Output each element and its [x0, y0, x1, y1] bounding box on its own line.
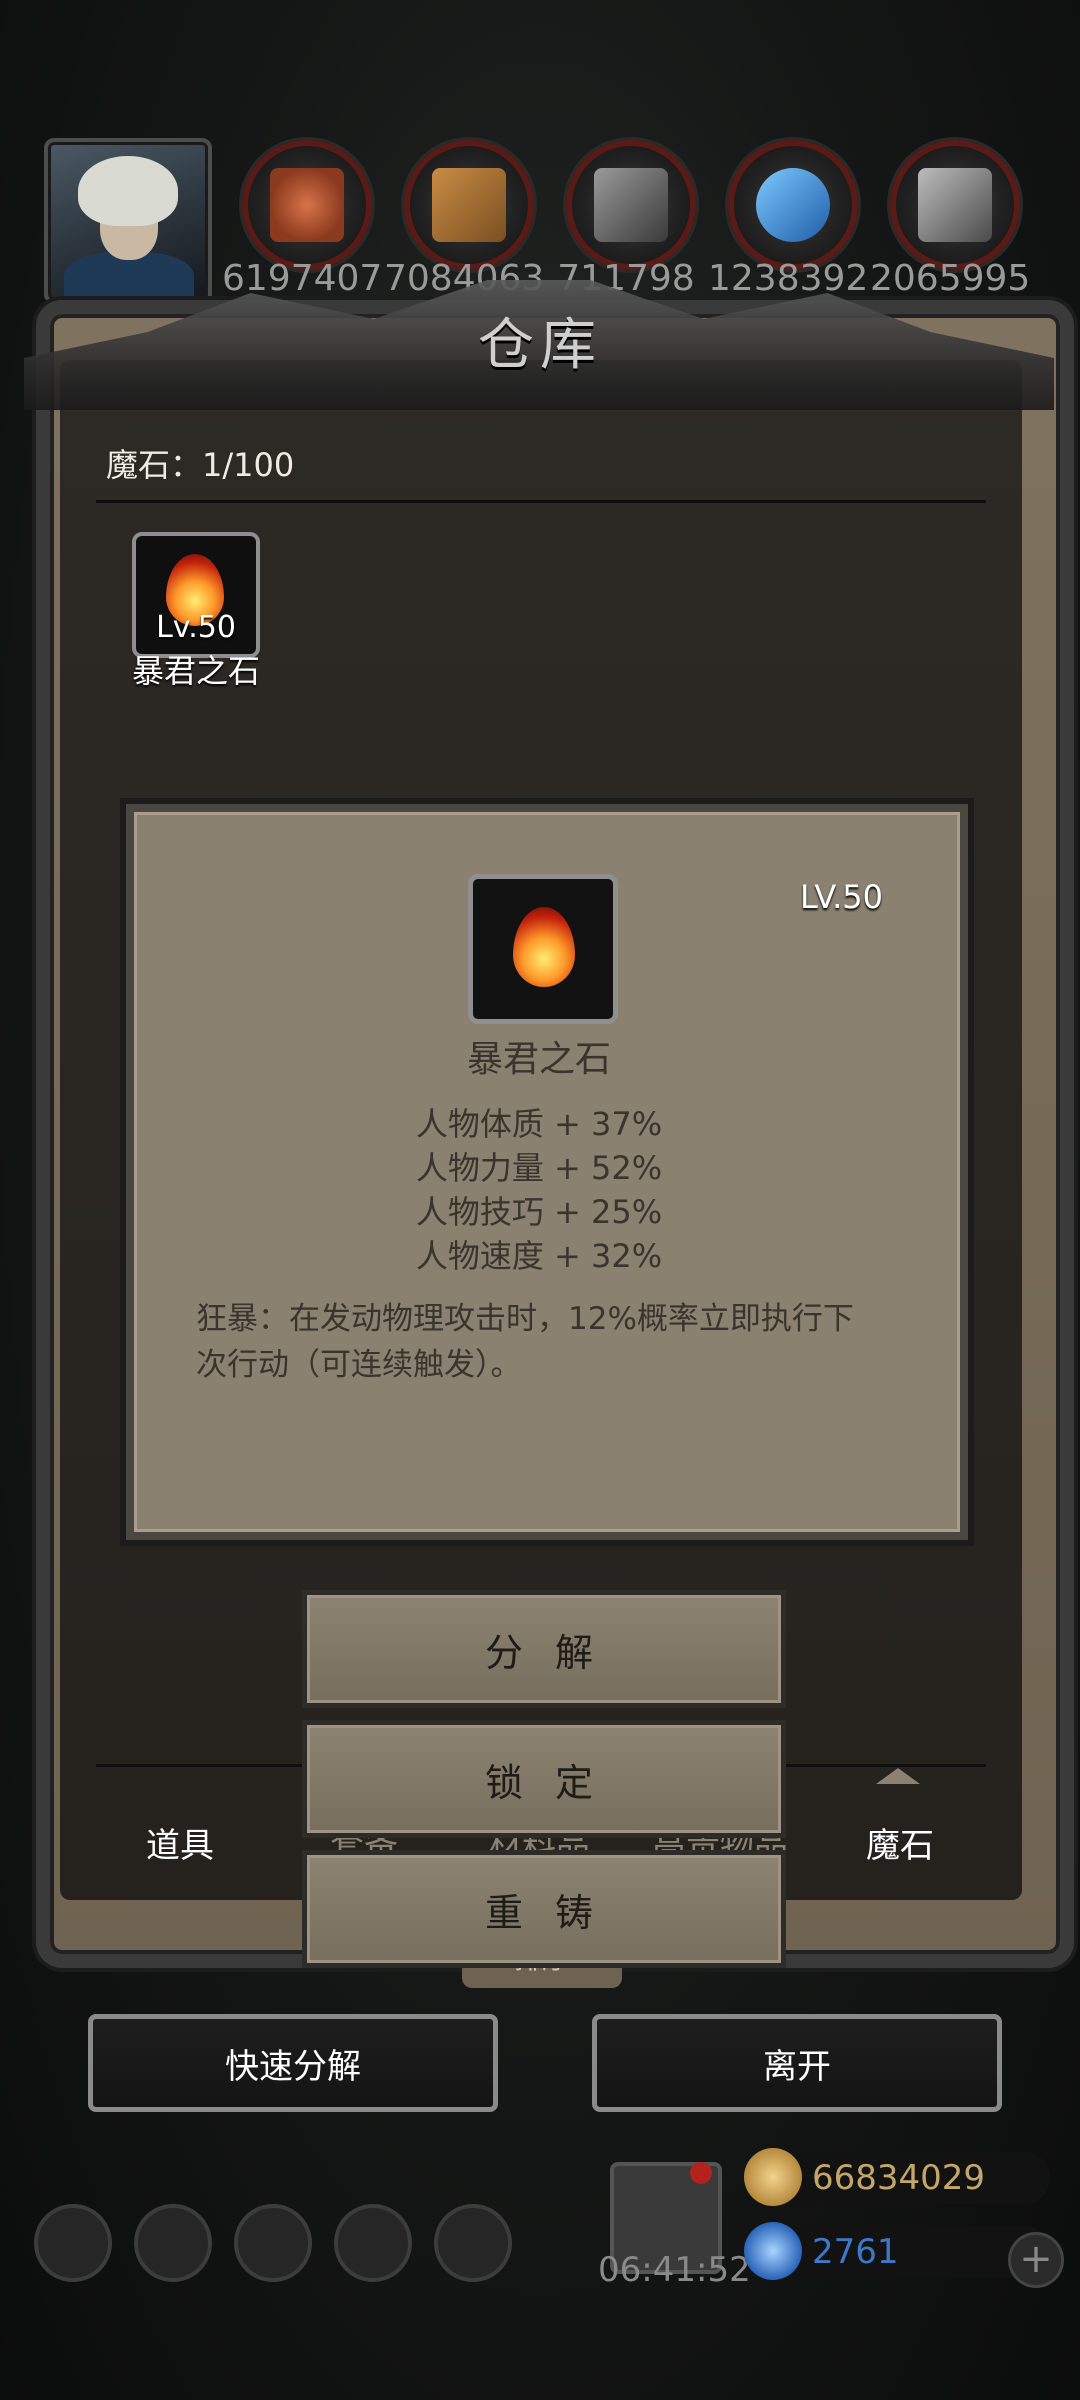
- quick-decompose-button[interactable]: 快速分解: [88, 2014, 498, 2112]
- decompose-button[interactable]: 分 解: [302, 1590, 786, 1708]
- fire-stone-icon: [513, 907, 575, 987]
- reforge-button[interactable]: 重 铸: [302, 1850, 786, 1968]
- detail-item-icon: [468, 874, 618, 1024]
- gem-value: 2761: [812, 2232, 899, 2272]
- window-title: 仓库: [478, 313, 602, 378]
- stat-speed: 人物速度 + 32%: [415, 1237, 663, 1275]
- detail-stats: 人物体质 + 37% 人物力量 + 52% 人物技巧 + 25% 人物速度 + …: [126, 1102, 952, 1278]
- notification-dot: [690, 2162, 712, 2184]
- gold-coin-icon: [744, 2148, 802, 2206]
- star-icon[interactable]: [134, 2204, 212, 2282]
- stat-strength: 人物力量 + 52%: [415, 1149, 663, 1187]
- gift-timer: 06:41:52: [598, 2250, 751, 2290]
- inventory-slot-level: Lv.50: [156, 610, 236, 645]
- resource-value-crystal: 1238392: [708, 258, 869, 299]
- gold-value: 66834029: [812, 2158, 986, 2198]
- lock-button[interactable]: 锁 定: [302, 1720, 786, 1838]
- add-gems-button[interactable]: +: [1008, 2232, 1064, 2288]
- shop-icon[interactable]: [434, 2204, 512, 2282]
- stat-skill: 人物技巧 + 25%: [415, 1193, 663, 1231]
- magic-stone-count: 魔石：1/100: [106, 446, 295, 484]
- iron-resource-icon: [566, 140, 696, 270]
- tab-items[interactable]: 道具: [146, 1818, 214, 1867]
- player-avatar[interactable]: [44, 138, 212, 304]
- gem-icon: [744, 2222, 802, 2280]
- detail-level: LV.50: [800, 878, 883, 916]
- avatar-hair: [78, 156, 178, 226]
- tab-magic-stone[interactable]: 魔石: [866, 1818, 934, 1867]
- wood-resource-icon: [404, 140, 534, 270]
- resource-value-stone: 2065995: [870, 258, 1031, 299]
- header-divider: [96, 500, 986, 503]
- inventory-slot-name: 暴君之石: [131, 652, 260, 690]
- detail-description: 狂暴：在发动物理攻击时，12%概率立即执行下次行动（可连续触发）。: [196, 1301, 854, 1383]
- stone-resource-icon: [890, 140, 1020, 270]
- mail-icon[interactable]: [334, 2204, 412, 2282]
- crystal-resource-icon: [728, 140, 858, 270]
- settings-icon[interactable]: [34, 2204, 112, 2282]
- meat-resource-icon: [242, 140, 372, 270]
- map-icon[interactable]: [234, 2204, 312, 2282]
- leave-button[interactable]: 离开: [592, 2014, 1002, 2112]
- resource-value-meat: 6197407: [222, 258, 383, 299]
- detail-name: 暴君之石: [466, 1039, 611, 1080]
- stat-constitution: 人物体质 + 37%: [415, 1105, 663, 1143]
